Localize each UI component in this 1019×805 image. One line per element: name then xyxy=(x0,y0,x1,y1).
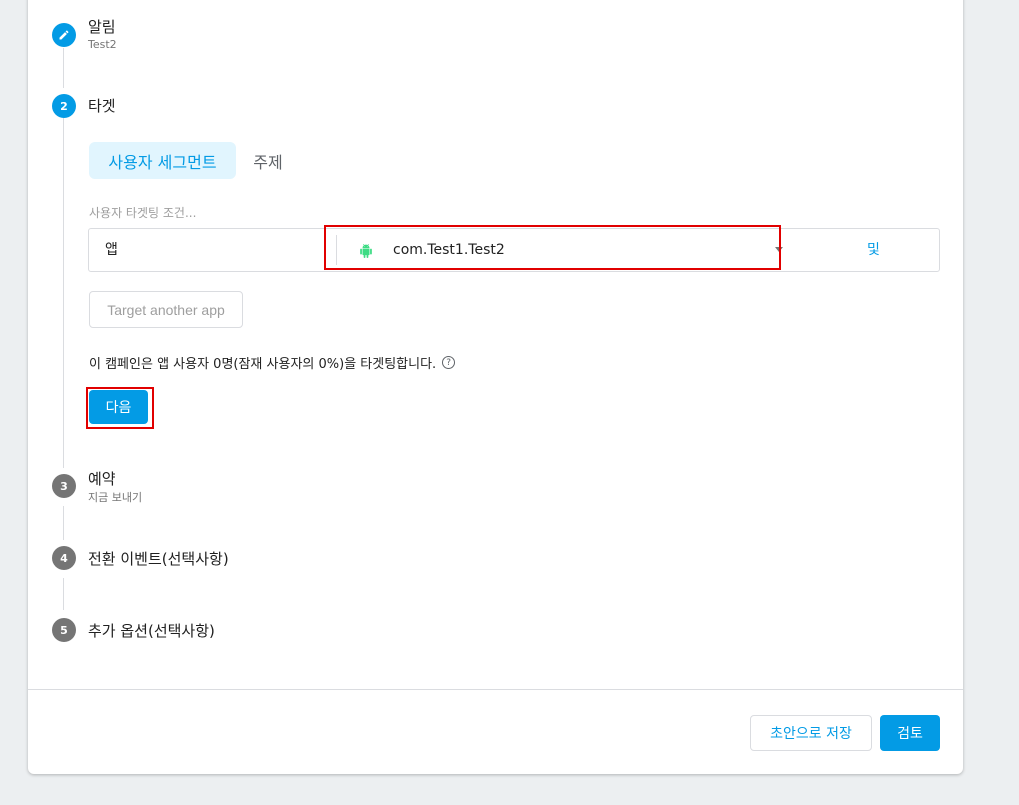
step-3-title[interactable]: 예약 xyxy=(88,468,116,489)
condition-field: 앱 xyxy=(105,242,118,258)
step-5-number: 5 xyxy=(52,618,76,642)
stepper-connector xyxy=(63,578,64,610)
save-draft-button[interactable]: 초안으로 저장 xyxy=(750,715,872,751)
condition-divider xyxy=(336,235,337,265)
stepper-connector xyxy=(63,48,64,88)
step-5-title[interactable]: 추가 옵션(선택사항) xyxy=(88,620,215,641)
step-2-title: 타겟 xyxy=(88,97,116,115)
footer-divider xyxy=(28,689,963,690)
next-button[interactable]: 다음 xyxy=(89,390,148,424)
reach-estimate-text: 이 캠페인은 앱 사용자 0명(잠재 사용자의 0%)을 타겟팅합니다. xyxy=(89,357,437,372)
stepper-connector xyxy=(63,118,64,468)
app-select-dropdown[interactable]: com.Test1.Test2 xyxy=(351,229,783,271)
step-4-title[interactable]: 전환 이벤트(선택사항) xyxy=(88,548,229,569)
step-4-number: 4 xyxy=(52,546,76,570)
reach-estimate: 이 캠페인은 앱 사용자 0명(잠재 사용자의 0%)을 타겟팅합니다. ? xyxy=(89,353,456,372)
chevron-down-icon xyxy=(775,247,783,252)
targeting-condition-row: 앱 com.Test1.Test2 및 xyxy=(88,228,940,272)
tab-topic[interactable]: 주제 xyxy=(244,142,292,179)
stepper-connector xyxy=(63,506,64,540)
android-icon xyxy=(359,243,373,258)
step-1-edit-icon[interactable] xyxy=(52,23,76,47)
step-1-subtitle: Test2 xyxy=(88,38,117,51)
review-button[interactable]: 검토 xyxy=(880,715,940,751)
step-1-title[interactable]: 알림 xyxy=(88,16,116,37)
tab-user-segment[interactable]: 사용자 세그먼트 xyxy=(89,142,236,179)
campaign-card xyxy=(28,0,963,774)
step-2-number: 2 xyxy=(52,94,76,118)
target-another-app-button[interactable]: Target another app xyxy=(89,291,243,328)
step-3-number: 3 xyxy=(52,474,76,498)
help-icon[interactable]: ? xyxy=(442,356,456,369)
step-3-subtitle: 지금 보내기 xyxy=(88,491,143,504)
targeting-condition-label: 사용자 타겟팅 조건... xyxy=(89,206,197,220)
and-condition-button[interactable]: 및 xyxy=(867,229,880,271)
app-select-value: com.Test1.Test2 xyxy=(393,242,505,258)
